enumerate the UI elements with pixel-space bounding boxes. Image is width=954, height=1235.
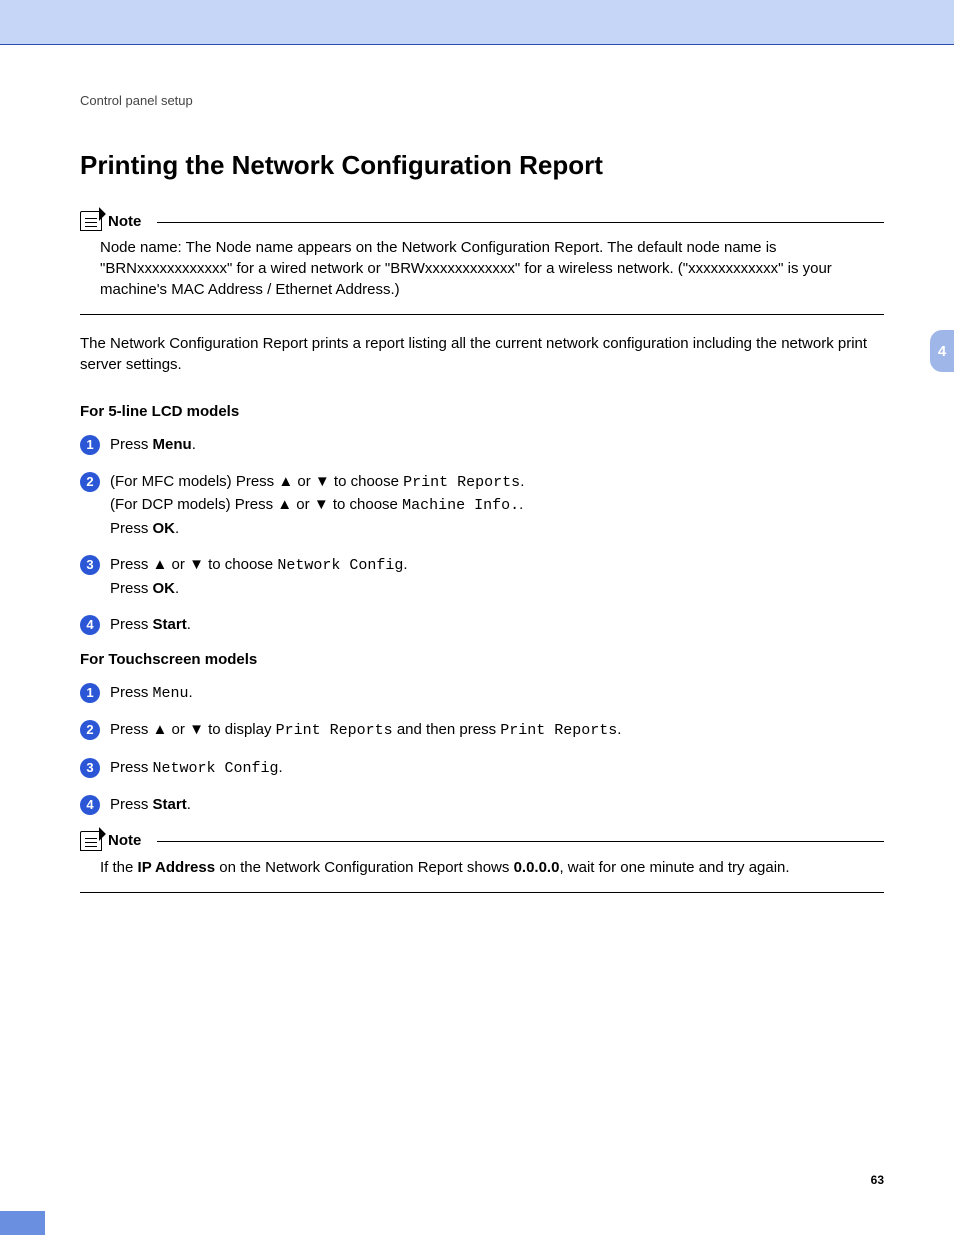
text: . [519,496,523,513]
text: Press [110,759,153,776]
intro-text: The Network Configuration Report prints … [80,333,884,375]
text: . [175,520,179,537]
menu-bold: Menu [153,436,192,453]
page-content: Control panel setup Printing the Network… [0,45,954,893]
mono-text: Machine Info. [402,497,519,514]
ip-value-bold: 0.0.0.0 [514,859,560,876]
mono-text: Print Reports [403,474,520,491]
up-arrow-icon: ▲ [277,496,292,513]
text: , wait for one minute and try again. [559,859,789,876]
chapter-tab: 4 [930,330,954,372]
text: . [403,556,407,573]
section-lcd-heading: For 5-line LCD models [80,403,884,420]
text: or [167,556,189,573]
touch-step-4: 4 Press Start. [80,794,884,817]
note-icon [80,211,102,231]
text: . [187,616,191,633]
text: . [189,684,193,701]
touch-step-2: 2 Press ▲ or ▼ to display Print Reports … [80,719,884,743]
lcd-step-2: 2 (For MFC models) Press ▲ or ▼ to choos… [80,471,884,541]
text: Press [110,580,153,597]
text: Press [110,436,153,453]
ok-bold: OK [153,520,176,537]
note-bottom-rule [80,314,884,315]
text: or [167,721,189,738]
lcd-step-1: 1 Press Menu. [80,434,884,457]
mono-text: Print Reports [276,722,393,739]
text: . [192,436,196,453]
up-arrow-icon: ▲ [153,721,168,738]
step-number-icon: 4 [80,795,100,815]
note-body: If the IP Address on the Network Configu… [80,857,884,886]
note-rule [157,841,884,842]
text: or [293,473,315,490]
lcd-step-4: 4 Press Start. [80,614,884,637]
step-number-icon: 2 [80,472,100,492]
text: to choose [204,556,277,573]
text: . [187,796,191,813]
step-number-icon: 3 [80,758,100,778]
text: to choose [329,496,402,513]
start-bold: Start [153,616,187,633]
text: Press [110,796,153,813]
mono-text: Print Reports [500,722,617,739]
text: . [617,721,621,738]
step-number-icon: 3 [80,555,100,575]
text: Press [110,684,153,701]
down-arrow-icon: ▼ [189,721,204,738]
step-number-icon: 1 [80,683,100,703]
text: to display [204,721,276,738]
note-label: Note [108,832,141,849]
step-number-icon: 1 [80,435,100,455]
text: Press [110,721,153,738]
lcd-step-3: 3 Press ▲ or ▼ to choose Network Config.… [80,554,884,600]
ip-address-bold: IP Address [138,859,216,876]
text: Press [110,616,153,633]
note-block-1: Note Node name: The Node name appears on… [80,211,884,315]
text: to choose [330,473,403,490]
breadcrumb: Control panel setup [80,93,884,108]
note-label: Note [108,213,141,230]
ok-bold: OK [153,580,176,597]
section-touch-heading: For Touchscreen models [80,651,884,668]
text: . [279,759,283,776]
text: . [175,580,179,597]
touch-step-1: 1 Press Menu. [80,682,884,706]
header-bar [0,0,954,45]
text: or [292,496,314,513]
page-title: Printing the Network Configuration Repor… [80,150,884,181]
up-arrow-icon: ▲ [153,556,168,573]
step-number-icon: 4 [80,615,100,635]
text: and then press [393,721,501,738]
down-arrow-icon: ▼ [189,556,204,573]
mono-text: Menu [153,685,189,702]
note-bottom-rule [80,892,884,893]
text: (For DCP models) Press [110,496,277,513]
start-bold: Start [153,796,187,813]
down-arrow-icon: ▼ [314,496,329,513]
touch-step-3: 3 Press Network Config. [80,757,884,781]
text: If the [100,859,138,876]
note-body: Node name: The Node name appears on the … [80,237,884,308]
note-icon [80,831,102,851]
corner-accent [0,1211,45,1235]
page-number: 63 [871,1173,884,1187]
text: . [520,473,524,490]
step-number-icon: 2 [80,720,100,740]
text: Press [110,520,153,537]
up-arrow-icon: ▲ [278,473,293,490]
text: on the Network Configuration Report show… [215,859,513,876]
note-rule [157,222,884,223]
mono-text: Network Config [277,557,403,574]
text: (For MFC models) Press [110,473,278,490]
note-block-2: Note If the IP Address on the Network Co… [80,831,884,893]
mono-text: Network Config [153,760,279,777]
down-arrow-icon: ▼ [315,473,330,490]
text: Press [110,556,153,573]
